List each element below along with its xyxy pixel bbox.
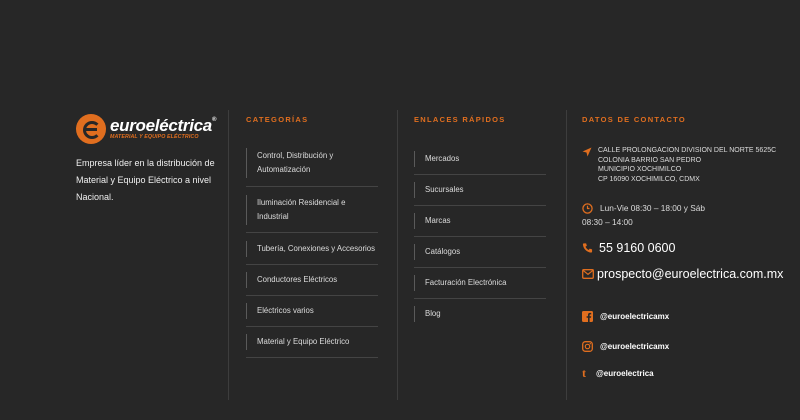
- phone-row[interactable]: 55 9160 0600: [582, 241, 675, 255]
- social-tumblr[interactable]: t @euroelectrica: [582, 366, 654, 381]
- quick-link-mercados[interactable]: Mercados: [414, 151, 546, 167]
- social-instagram[interactable]: @euroelectricamx: [582, 341, 669, 352]
- clock-icon: [582, 202, 593, 214]
- category-link-conductores[interactable]: Conductores Eléctricos: [246, 272, 378, 288]
- phone-number[interactable]: 55 9160 0600: [599, 241, 675, 255]
- social-facebook[interactable]: @euroelectricamx: [582, 311, 669, 322]
- contact-heading: DATOS DE CONTACTO: [582, 115, 687, 124]
- category-link-material[interactable]: Material y Equipo Eléctrico: [246, 334, 378, 350]
- hours-line: Lun-Vie 08:30 – 18:00 y Sáb: [600, 203, 706, 213]
- hours-row: Lun-Vie 08:30 – 18:00 y Sáb 08:30 – 14:0…: [582, 201, 705, 229]
- quick-link-catalogos[interactable]: Catálogos: [414, 244, 546, 260]
- email-link[interactable]: prospecto@euroelectrica.com.mx: [597, 267, 783, 281]
- category-link-varios[interactable]: Eléctricos varios: [246, 303, 378, 319]
- category-link-tuberia[interactable]: Tubería, Conexiones y Accesorios: [246, 241, 378, 257]
- categories-heading: CATEGORÍAS: [246, 115, 309, 124]
- euroelectrica-logo[interactable]: euroeléctrica® MATERIAL Y EQUIPO ELÉCTRI…: [76, 114, 216, 144]
- phone-icon: [582, 243, 593, 253]
- category-link-iluminacion[interactable]: Iluminación Residencial e Industrial: [246, 195, 378, 225]
- address-row: CALLE PROLONGACION DIVISION DEL NORTE 56…: [582, 146, 776, 184]
- logo-e-icon: [76, 114, 106, 144]
- social-handle[interactable]: @euroelectrica: [596, 369, 654, 378]
- address-line: CP 16090 XOCHIMILCO, CDMX: [598, 175, 700, 183]
- category-link-control[interactable]: Control, Distribución y Automatización: [246, 148, 378, 178]
- quick-link-facturacion[interactable]: Facturación Electrónica: [414, 275, 546, 291]
- envelope-icon: [582, 269, 594, 279]
- categories-list: Control, Distribución y Automatización I…: [246, 148, 378, 358]
- hours-line: 08:30 – 14:00: [582, 217, 633, 227]
- column-divider: [397, 110, 398, 400]
- email-row[interactable]: prospecto@euroelectrica.com.mx: [582, 267, 783, 281]
- facebook-icon: [582, 311, 593, 322]
- logo-tagline: MATERIAL Y EQUIPO ELÉCTRICO: [110, 134, 199, 141]
- column-divider: [228, 110, 229, 400]
- social-handle[interactable]: @euroelectricamx: [600, 312, 669, 321]
- footer-brand: euroeléctrica® MATERIAL Y EQUIPO ELÉCTRI…: [76, 114, 216, 206]
- logo-wordmark: euroeléctrica®: [110, 116, 217, 136]
- tumblr-icon: t: [582, 366, 586, 380]
- column-divider: [566, 110, 567, 400]
- address-line: MUNICIPIO XOCHIMILCO: [598, 166, 682, 173]
- address-line: COLONIA BARRIO SAN PEDRO: [598, 156, 702, 164]
- quick-link-marcas[interactable]: Marcas: [414, 213, 546, 229]
- quick-links-heading: ENLACES RÁPIDOS: [414, 115, 506, 124]
- quick-link-sucursales[interactable]: Sucursales: [414, 182, 546, 198]
- instagram-icon: [582, 341, 593, 352]
- social-handle[interactable]: @euroelectricamx: [600, 342, 669, 351]
- quick-links-list: Mercados Sucursales Marcas Catálogos Fac…: [414, 151, 546, 322]
- brand-description: Empresa líder en la distribución de Mate…: [76, 158, 215, 202]
- quick-link-blog[interactable]: Blog: [414, 306, 546, 322]
- address-line: CALLE PROLONGACION DIVISION DEL NORTE 56…: [598, 147, 777, 154]
- location-arrow-icon: [582, 147, 592, 157]
